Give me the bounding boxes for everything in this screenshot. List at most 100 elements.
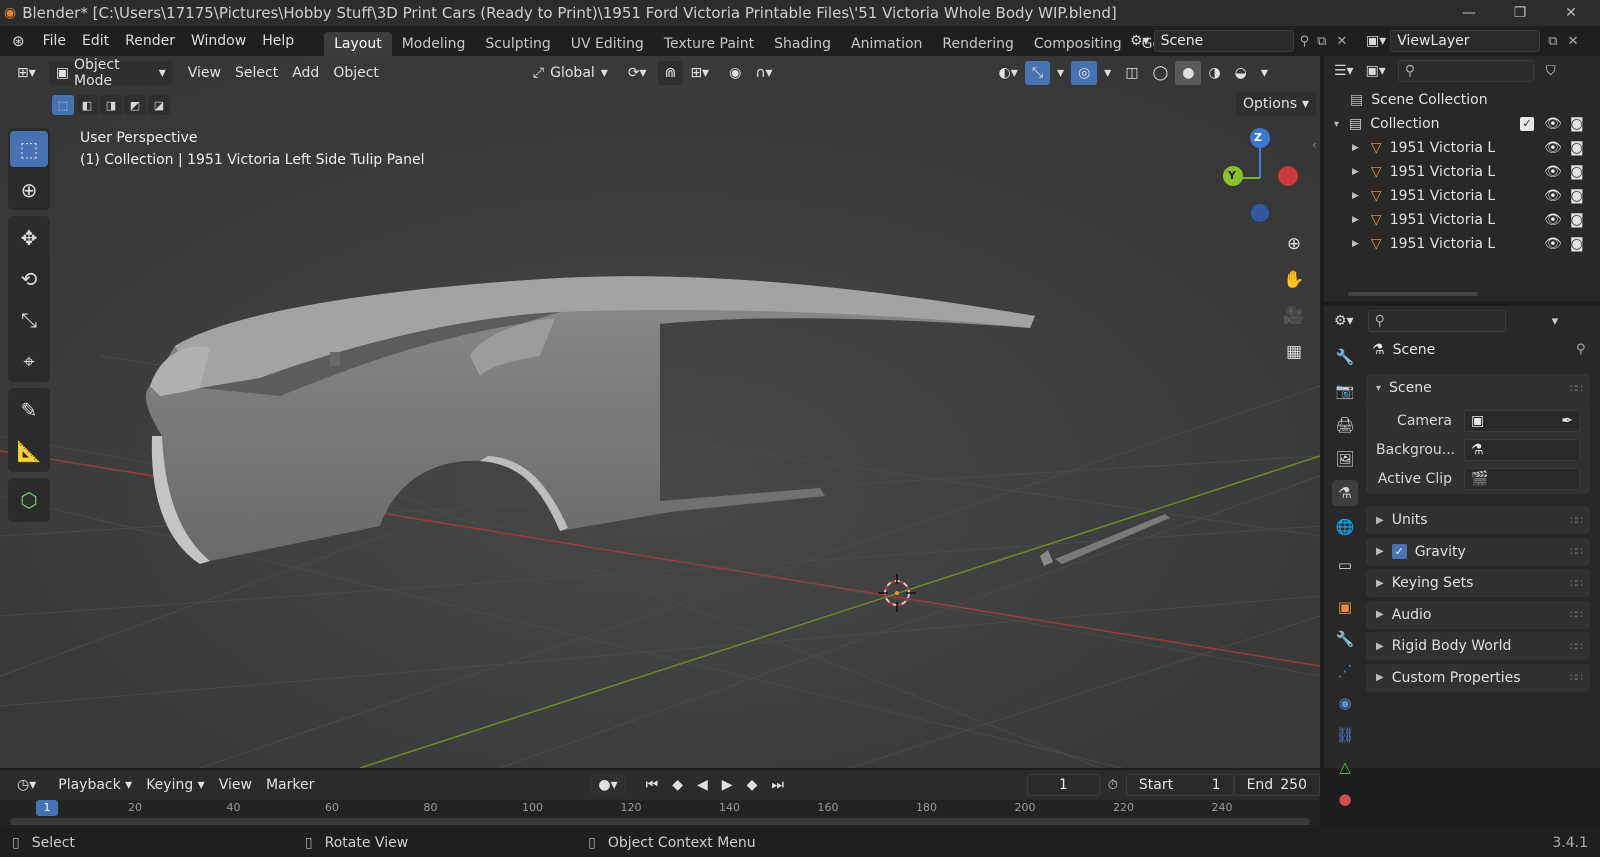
camera-view-icon[interactable]: 🎥 [1278,300,1310,332]
sidebar-toggle-icon[interactable]: ‹ [1312,138,1317,152]
timeline-menu-marker[interactable]: Marker [259,773,321,797]
select-subtract-icon[interactable]: ◨ [100,95,122,115]
object-camera-icon[interactable]: ◙ [1570,188,1584,204]
expand-object-icon[interactable]: ▶ [1352,167,1359,177]
minimize-button[interactable]: — [1446,0,1492,26]
shading-dropdown-icon[interactable]: ▾ [1254,61,1275,85]
object-eye-icon[interactable]: 👁 [1544,236,1562,252]
rotate-tool-icon[interactable]: ⟲ [10,261,48,297]
drag-grip-icon[interactable]: ∷∷ [1570,514,1583,527]
playhead[interactable]: 1 [36,800,58,816]
falloff-icon[interactable]: ∩▾ [748,61,779,85]
scale-tool-icon[interactable]: ⤡ [10,302,48,338]
pivot-point-icon[interactable]: ⟳▾ [621,61,654,85]
object-eye-icon[interactable]: 👁 [1544,188,1562,204]
measure-tool-icon[interactable]: 📐 [10,433,48,469]
tab-compositing[interactable]: Compositing [1024,32,1132,56]
overlay-toggle-icon[interactable]: ◎ [1071,61,1098,85]
outliner-object-row[interactable]: ▶ ▽ 1951 Victoria L 👁 ◙ [1324,160,1600,184]
viewport-menu-view[interactable]: View [181,61,228,85]
outliner-scrollbar[interactable] [1348,292,1478,296]
delete-scene-icon[interactable]: ✕ [1336,34,1347,49]
collection-row[interactable]: ▾ ▤ Collection ✓ 👁 ◙ [1324,112,1600,136]
expand-object-icon[interactable]: ▶ [1352,191,1359,201]
filter-icon[interactable]: ⛉ [1546,64,1556,79]
close-window-button[interactable]: ✕ [1548,0,1594,26]
ortho-grid-icon[interactable]: ▦ [1278,336,1310,368]
snap-icon[interactable]: ⋒ [657,61,684,85]
object-camera-icon[interactable]: ◙ [1570,140,1584,156]
object-eye-icon[interactable]: 👁 [1544,212,1562,228]
outliner-editor-icon[interactable]: ☰▾ [1334,63,1354,79]
maximize-button[interactable]: ❐ [1497,0,1543,26]
timeline-menu-view[interactable]: View [212,773,259,797]
tab-shading[interactable]: Shading [764,32,841,56]
outliner-search-input[interactable]: ⚲ [1397,60,1534,82]
particles-tab-icon[interactable]: ⋰ [1332,658,1358,684]
shading-rendered-icon[interactable]: ◒ [1228,61,1254,85]
menu-help[interactable]: Help [254,33,302,49]
menu-file[interactable]: File [35,33,74,49]
gravity-checkbox[interactable]: ✓ [1391,544,1407,559]
modifier-tab-icon[interactable]: 🔧 [1332,626,1358,652]
drag-grip-icon[interactable]: ∷∷ [1570,577,1583,590]
collapsed-panel-header[interactable]: ▶ Units ∷∷ [1366,506,1590,534]
display-mode-icon[interactable]: ▣▾ [1366,63,1386,79]
jump-keyframe-back-icon[interactable]: ◆ [665,773,690,797]
physics-tab-icon[interactable]: ◉ [1332,690,1358,716]
visibility-icon[interactable]: ◐▾ [992,61,1025,85]
proportional-edit-icon[interactable]: ◉ [722,61,748,85]
object-eye-icon[interactable]: 👁 [1544,164,1562,180]
tab-sculpting[interactable]: Sculpting [475,32,560,56]
properties-options-icon[interactable]: ▾ [1552,314,1559,329]
expand-object-icon[interactable]: ▶ [1352,215,1359,225]
scene-collection-row[interactable]: ▤ Scene Collection [1324,88,1600,112]
collapsed-panel-header[interactable]: ▶ ✓ Gravity ∷∷ [1366,537,1590,566]
timeline-editor-icon[interactable]: ◷▾ [10,773,43,797]
object-camera-icon[interactable]: ◙ [1570,164,1584,180]
autokey-icon[interactable]: ●▾ [591,773,625,797]
transform-orientation-dropdown[interactable]: ⤢ Global ▾ [526,61,615,85]
snap-target-icon[interactable]: ⊞▾ [683,61,716,85]
zoom-icon[interactable]: ⊕ [1278,228,1310,260]
scene-tab-icon[interactable]: ⚗ [1332,480,1358,506]
collection-camera-icon[interactable]: ◙ [1570,116,1584,132]
view-layer-tab-icon[interactable]: 🖼 [1332,446,1358,472]
properties-search-input[interactable]: ⚲ [1367,310,1506,332]
options-dropdown[interactable]: Options ▾ [1236,92,1317,116]
drag-grip-icon[interactable]: ∷∷ [1570,640,1583,653]
collapsed-panel-header[interactable]: ▶ Custom Properties ∷∷ [1366,663,1590,692]
outliner-object-row[interactable]: ▶ ▽ 1951 Victoria L 👁 ◙ [1324,184,1600,208]
pan-hand-icon[interactable]: ✋ [1278,264,1310,296]
timeline-menu-keying[interactable]: Keying ▾ [139,773,212,797]
tab-uv-editing[interactable]: UV Editing [561,32,654,56]
delete-viewlayer-icon[interactable]: ✕ [1568,34,1579,49]
viewlayer-field[interactable]: ViewLayer [1390,30,1541,52]
collection-eye-icon[interactable]: 👁 [1544,116,1562,132]
viewport-menu-add[interactable]: Add [285,61,326,85]
expand-object-icon[interactable]: ▶ [1352,239,1359,249]
output-tab-icon[interactable]: 🖨 [1332,412,1358,438]
cursor-tool-icon[interactable]: ⊕ [10,172,48,208]
select-intersect-icon[interactable]: ◪ [148,95,170,115]
play-reverse-icon[interactable]: ◀ [690,773,715,797]
shading-material-icon[interactable]: ◑ [1201,61,1227,85]
gizmo-dropdown-icon[interactable]: ▾ [1050,61,1071,85]
object-camera-icon[interactable]: ◙ [1570,236,1584,252]
tool-tab-icon[interactable]: 🔧 [1332,344,1358,370]
tab-layout[interactable]: Layout [324,32,392,56]
properties-editor-icon[interactable]: ⚙▾ [1334,313,1354,329]
transform-tool-icon[interactable]: ⌖ [10,343,48,379]
drag-grip-icon[interactable]: ∷∷ [1570,671,1583,684]
viewport-menu-object[interactable]: Object [326,61,386,85]
jump-end-icon[interactable]: ⏭ [764,773,791,797]
play-icon[interactable]: ▶ [715,773,740,797]
select-invert-icon[interactable]: ◩ [124,95,146,115]
new-viewlayer-icon[interactable]: ⧉ [1548,34,1557,49]
timeline-scrollbar[interactable] [10,818,1310,825]
overlay-dropdown-icon[interactable]: ▾ [1097,61,1118,85]
outliner-object-row[interactable]: ▶ ▽ 1951 Victoria L 👁 ◙ [1324,232,1600,256]
material-tab-icon[interactable]: ● [1332,786,1358,812]
mode-selector[interactable]: ▣ Object Mode ▾ [48,57,173,89]
timeline-menu-playback[interactable]: Playback ▾ [51,773,139,797]
